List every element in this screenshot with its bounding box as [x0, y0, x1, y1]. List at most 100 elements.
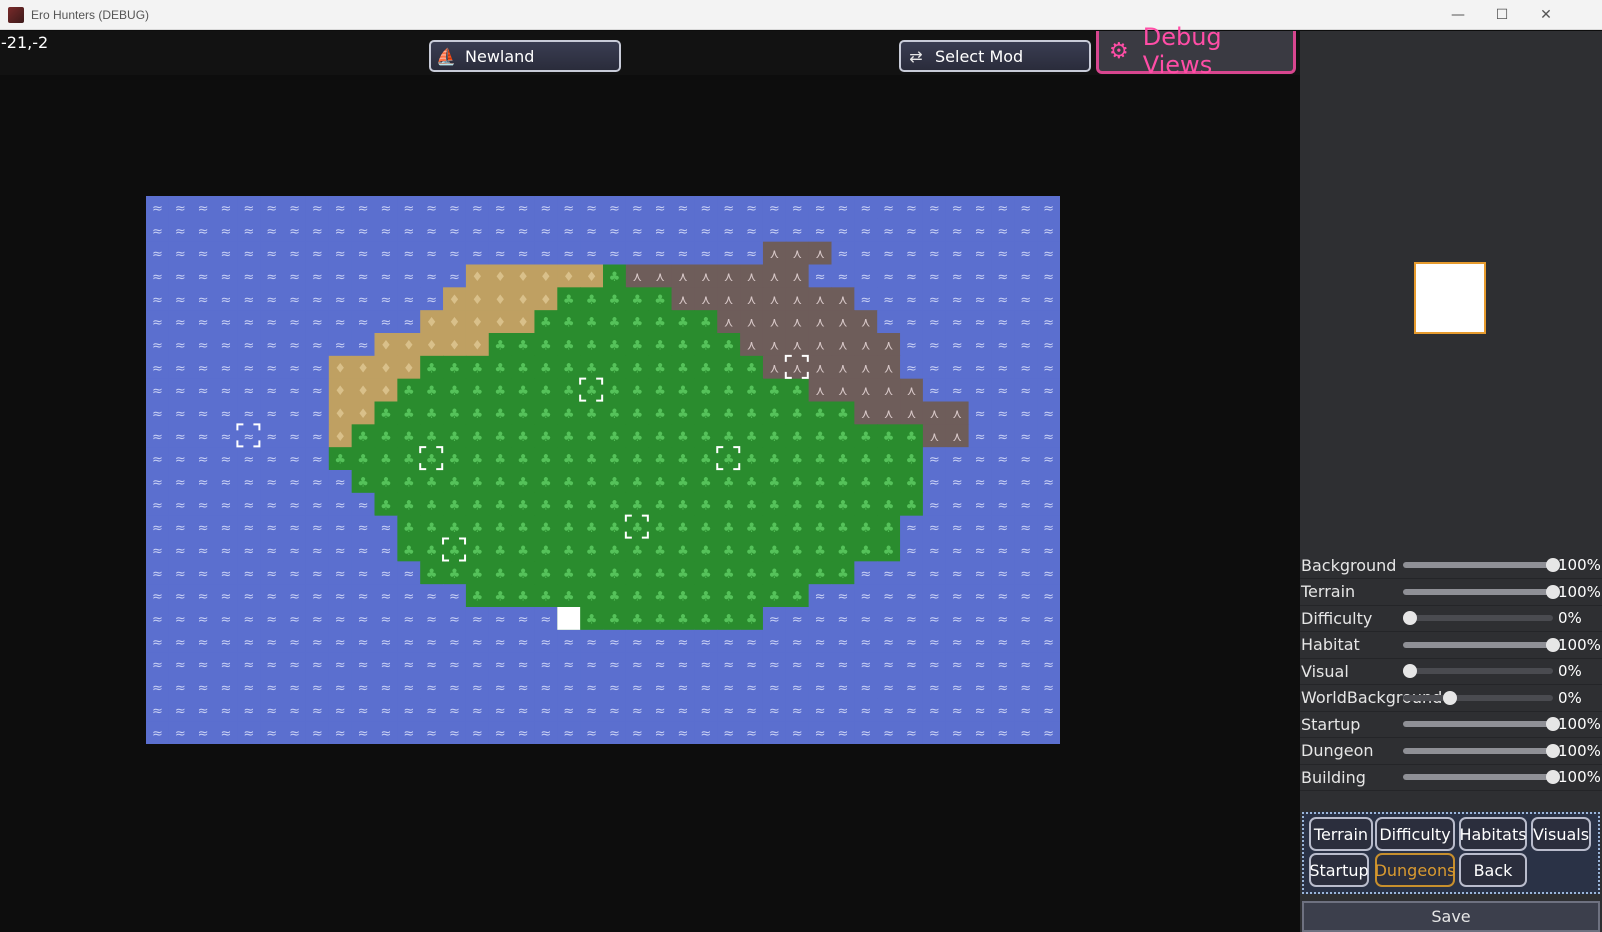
map-tile-glyph: ≈ — [358, 590, 369, 605]
map-tile-glyph: ♣ — [723, 407, 735, 422]
game-viewport[interactable]: -21,-2 ⛵ Newland ⇄ Select Mod ⚙ Debug Vi… — [0, 23, 1602, 932]
world-map[interactable]: ≈ ≈ ≈ ≈ ≈ ≈ ≈ ≈ ≈ ≈ ≈ ≈ ≈ ≈ ≈ ≈ ≈ ≈ ≈ ≈ ≈ ≈ ≈ ≈ ≈ ≈ ≈ ≈ ≈ ≈ ≈ ≈ ≈ ≈ ≈ ≈ ≈ ≈ ≈ ≈… — [146, 196, 1060, 744]
map-tile-glyph: ≈ — [792, 704, 803, 719]
map-tile-glyph: ≈ — [952, 612, 963, 627]
layer-slider[interactable] — [1403, 694, 1553, 701]
maximize-button[interactable]: ☐ — [1480, 0, 1524, 30]
map-tile-glyph: ≈ — [518, 681, 529, 696]
map-tile-glyph: ≈ — [495, 727, 506, 742]
layer-slider[interactable] — [1403, 562, 1553, 568]
map-tile-glyph: ♣ — [654, 590, 666, 605]
map-tile-glyph: ≈ — [700, 635, 711, 650]
map-tile-glyph: ≈ — [975, 316, 986, 331]
map-tile-glyph: ≈ — [1020, 407, 1031, 422]
map-tile-glyph: ≈ — [746, 704, 757, 719]
map-tile-glyph: ♣ — [654, 384, 666, 399]
map-tile-glyph: ≈ — [358, 521, 369, 536]
map-tile-glyph: ≈ — [380, 521, 391, 536]
layer-slider-knob[interactable] — [1443, 690, 1457, 705]
map-tile-glyph: ♦ — [334, 430, 346, 445]
map-tile-glyph: ♣ — [563, 521, 575, 536]
map-tile-glyph: ♣ — [654, 361, 666, 376]
world-map-canvas[interactable]: ≈ ≈ ≈ ≈ ≈ ≈ ≈ ≈ ≈ ≈ ≈ ≈ ≈ ≈ ≈ ≈ ≈ ≈ ≈ ≈ ≈ ≈ ≈ ≈ ≈ ≈ ≈ ≈ ≈ ≈ ≈ ≈ ≈ ≈ ≈ ≈ ≈ ≈ ≈ ≈… — [146, 196, 1060, 744]
map-tile-glyph: ≈ — [906, 270, 917, 285]
map-tile-glyph: ⋏ — [907, 407, 917, 422]
map-tile-glyph: ⋏ — [861, 361, 871, 376]
debug-views-button[interactable]: ⚙ Debug Views — [1096, 23, 1296, 79]
map-tile-glyph: ♣ — [334, 453, 346, 468]
minimize-button[interactable]: — — [1436, 0, 1480, 30]
map-tile-glyph: ≈ — [883, 704, 894, 719]
map-tile-glyph: ♣ — [517, 361, 529, 376]
map-tile-glyph: ♦ — [563, 270, 575, 285]
view-button-difficulty[interactable]: Difficulty — [1375, 817, 1455, 851]
select-mod-label: Select Mod — [935, 46, 1024, 66]
region-button[interactable]: ⛵ Newland — [429, 40, 621, 72]
map-tile-glyph: ♣ — [837, 453, 849, 468]
layer-slider[interactable] — [1403, 721, 1553, 727]
map-tile-glyph: ≈ — [472, 612, 483, 627]
map-tile-glyph: ≈ — [997, 590, 1008, 605]
map-tile-glyph: ≈ — [746, 247, 757, 262]
map-tile-glyph: ≈ — [472, 247, 483, 262]
layer-slider[interactable] — [1403, 747, 1553, 754]
map-tile-glyph: ≈ — [929, 338, 940, 353]
ship-icon: ⛵ — [436, 46, 456, 66]
view-button-terrain[interactable]: Terrain — [1309, 817, 1373, 851]
map-tile-glyph: ♣ — [403, 384, 415, 399]
map-tile-glyph: ≈ — [403, 658, 414, 673]
map-tile-glyph: ≈ — [883, 247, 894, 262]
map-tile-glyph: ♣ — [517, 475, 529, 490]
map-tile-glyph: ≈ — [769, 224, 780, 239]
map-tile-glyph: ♣ — [631, 384, 643, 399]
layer-slider-knob[interactable] — [1403, 664, 1417, 678]
layer-slider[interactable] — [1403, 615, 1553, 621]
map-tile-glyph: ≈ — [198, 544, 209, 559]
layer-slider[interactable] — [1403, 668, 1553, 674]
layer-slider[interactable] — [1403, 774, 1553, 780]
map-tile-glyph: ≈ — [997, 475, 1008, 490]
layer-slider-knob[interactable] — [1403, 611, 1417, 625]
map-tile-glyph: ⋏ — [792, 247, 802, 262]
map-tile-glyph: ≈ — [152, 201, 163, 216]
map-tile-glyph: ♣ — [472, 498, 484, 513]
view-button-habitats[interactable]: Habitats — [1459, 817, 1527, 851]
map-tile-glyph: ♣ — [677, 544, 689, 559]
map-tile-glyph: ♣ — [517, 453, 529, 468]
map-tile-glyph: ♣ — [837, 407, 849, 422]
layer-slider[interactable] — [1403, 641, 1553, 648]
layer-slider[interactable] — [1403, 588, 1553, 595]
map-tile-glyph: ⋏ — [770, 270, 780, 285]
map-tile-glyph: ≈ — [609, 658, 620, 673]
map-tile-glyph: ⋏ — [838, 338, 848, 353]
map-tile-glyph: ≈ — [495, 635, 506, 650]
debug-panel: Background 100% Terrain 100% Difficulty 0% Hab… — [1300, 31, 1602, 932]
map-tile-glyph: ≈ — [380, 567, 391, 582]
map-tile-glyph: ♣ — [791, 453, 803, 468]
map-tile-glyph: ≈ — [243, 247, 254, 262]
map-tile-glyph: ≈ — [975, 658, 986, 673]
map-tile-glyph: ≈ — [335, 590, 346, 605]
select-mod-button[interactable]: ⇄ Select Mod — [899, 40, 1091, 72]
view-button-dungeons[interactable]: Dungeons — [1375, 853, 1455, 887]
layer-label: Startup — [1301, 714, 1361, 734]
view-button-back[interactable]: Back — [1459, 853, 1527, 887]
map-tile-glyph: ≈ — [655, 201, 666, 216]
map-tile-glyph: ≈ — [289, 590, 300, 605]
map-tile-glyph: ≈ — [860, 612, 871, 627]
save-button[interactable]: Save — [1302, 901, 1600, 932]
map-tile-glyph: ♣ — [494, 567, 506, 582]
map-tile-glyph: ≈ — [289, 498, 300, 513]
map-tile-glyph: ♣ — [700, 361, 712, 376]
close-button[interactable]: ✕ — [1524, 0, 1568, 30]
map-tile-glyph: ≈ — [175, 475, 186, 490]
layer-slider-fill — [1403, 562, 1553, 568]
map-tile-glyph: ≈ — [815, 658, 826, 673]
map-tile-glyph: ♣ — [472, 384, 484, 399]
view-button-visuals[interactable]: Visuals — [1531, 817, 1591, 851]
map-tile-glyph: ≈ — [221, 430, 232, 445]
map-tile-glyph: ≈ — [815, 201, 826, 216]
map-tile-glyph: ♦ — [380, 338, 392, 353]
view-button-startup[interactable]: Startup — [1309, 853, 1369, 887]
map-tile-glyph: ♣ — [563, 384, 575, 399]
